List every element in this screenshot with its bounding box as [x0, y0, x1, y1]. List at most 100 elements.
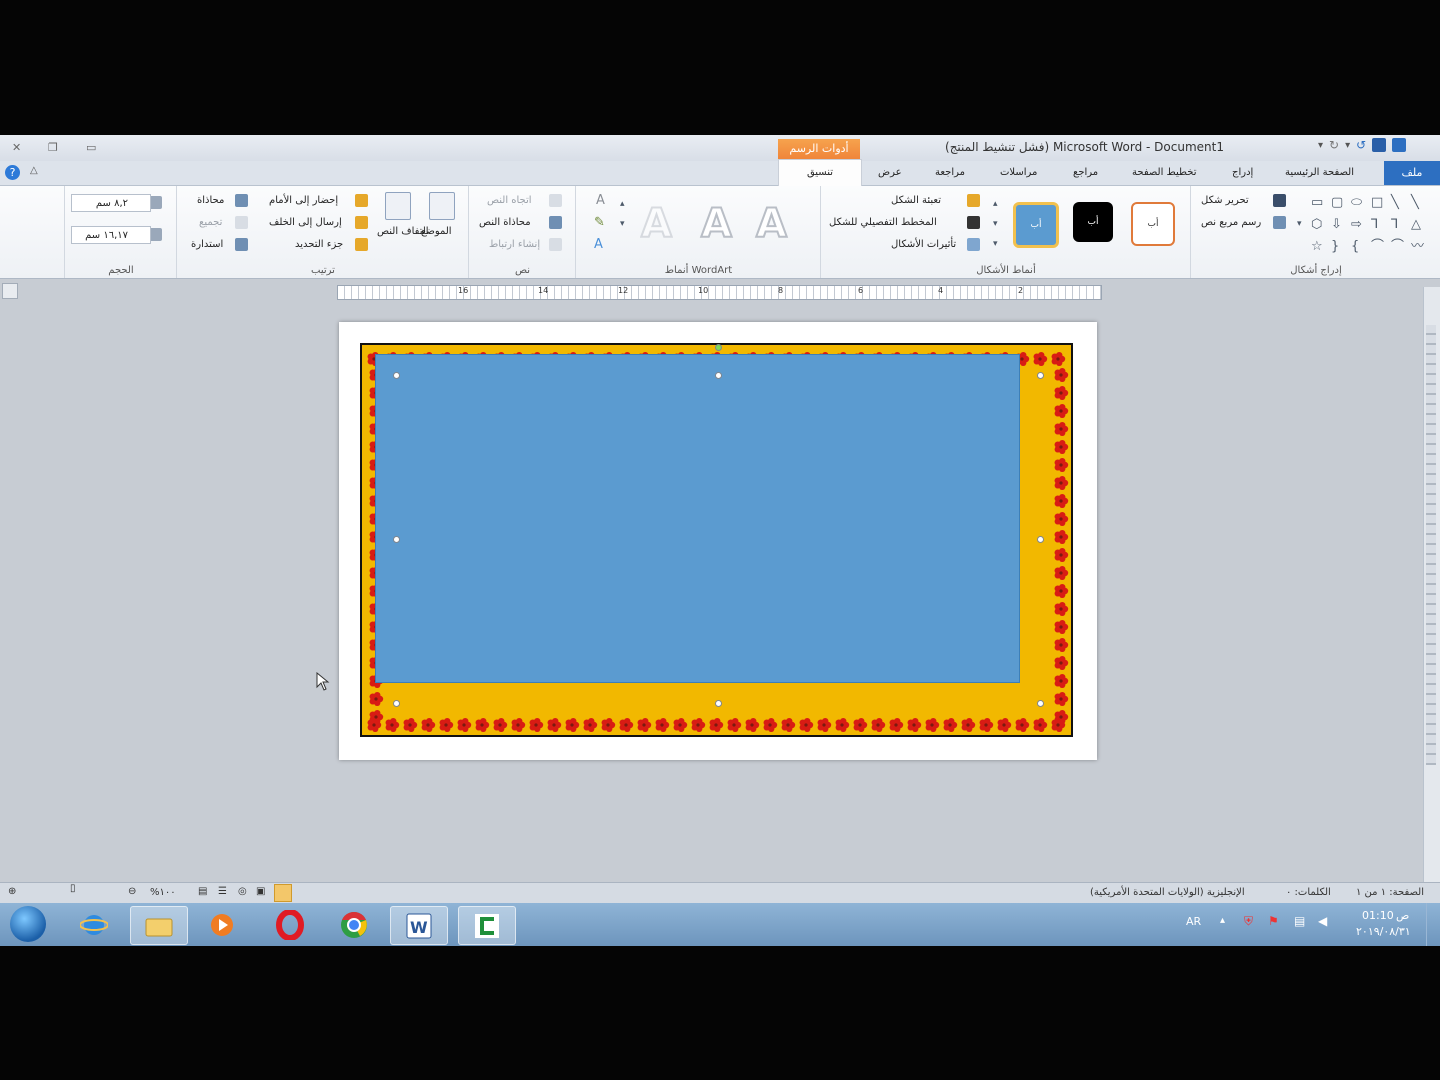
web-layout-icon[interactable]: ◎	[238, 886, 247, 897]
create-link-button[interactable]: إنشاء ارتباط	[489, 239, 540, 250]
start-button-icon[interactable]	[10, 906, 46, 942]
rounded-rect-shape-icon[interactable]: ▢	[1331, 196, 1343, 209]
freeform-shape-icon[interactable]: 〰	[1411, 240, 1424, 253]
word-taskbar-icon[interactable]: W	[390, 906, 448, 945]
resize-handle-left[interactable]	[393, 536, 400, 543]
shape-style-blue-selected[interactable]: أب	[1013, 202, 1059, 248]
connector-shape-icon[interactable]: ⅂	[1371, 218, 1378, 231]
elbow-shape-icon[interactable]: ⅂	[1391, 218, 1398, 231]
line-shape-icon[interactable]: ╲	[1391, 196, 1399, 209]
hexagon-shape-icon[interactable]: ⬡	[1311, 218, 1322, 231]
curve-shape-icon[interactable]: ⌒	[1391, 240, 1404, 253]
chrome-browser-icon[interactable]	[326, 906, 382, 943]
group-button[interactable]: تجميع	[199, 217, 222, 228]
draft-view-icon[interactable]: ▤	[198, 886, 207, 897]
shape-style-orange-outline[interactable]: أب	[1131, 202, 1175, 246]
align-button[interactable]: محاذاة	[197, 195, 224, 206]
status-language[interactable]: الإنجليزية (الولايات المتحدة الأمريكية)	[1090, 887, 1245, 898]
opera-browser-icon[interactable]	[262, 906, 318, 943]
show-hidden-icons-icon[interactable]: ▴	[1220, 915, 1225, 926]
triangle-shape-icon[interactable]: △	[1411, 218, 1421, 231]
outline-view-icon[interactable]: ☰	[218, 886, 227, 897]
document-page[interactable]	[339, 322, 1097, 760]
save-icon[interactable]	[1372, 138, 1387, 152]
shape-width-input[interactable]: ١٦,١٧ سم	[71, 226, 151, 244]
status-page[interactable]: الصفحة: ١ من ١	[1356, 887, 1424, 898]
resize-handle-bottom-left[interactable]	[393, 700, 400, 707]
bring-forward-button[interactable]: إحضار إلى الأمام	[269, 195, 338, 206]
shapes-more-icon[interactable]: ▾	[1297, 218, 1302, 231]
line2-shape-icon[interactable]: ╲	[1411, 196, 1419, 209]
tab-mailings[interactable]: مراسلات	[1000, 167, 1037, 178]
oval-shape-icon[interactable]: ⬭	[1351, 196, 1362, 209]
resize-handle-top-right[interactable]	[1037, 372, 1044, 379]
wrap-text-button[interactable]: التفاف النص	[377, 226, 429, 237]
help-icon[interactable]: ?	[5, 165, 20, 180]
brace-left-shape-icon[interactable]: {	[1351, 240, 1359, 253]
reading-view-icon[interactable]: ▣	[256, 886, 265, 897]
internet-explorer-icon[interactable]	[66, 906, 122, 943]
star-shape-icon[interactable]: ☆	[1311, 240, 1323, 253]
tab-insert[interactable]: إدراج	[1232, 167, 1253, 178]
resize-handle-bottom[interactable]	[715, 700, 722, 707]
tab-format[interactable]: تنسيق	[778, 159, 862, 186]
zoom-out-icon[interactable]: ⊖	[128, 886, 136, 897]
text-outline-icon[interactable]: ✎	[594, 216, 605, 229]
tab-references[interactable]: مراجع	[1073, 167, 1098, 178]
send-backward-button[interactable]: إرسال إلى الخلف	[269, 217, 342, 228]
tab-review[interactable]: مراجعة	[935, 167, 965, 178]
selected-rectangle-shape[interactable]	[375, 354, 1020, 683]
zoom-level[interactable]: %١٠٠	[150, 887, 176, 898]
zoom-in-icon[interactable]: ⊕	[8, 886, 16, 897]
wordart-scroll-down-icon[interactable]: ▾	[620, 218, 625, 231]
camtasia-recorder-icon[interactable]	[458, 906, 516, 945]
wordart-style-2[interactable]: A	[700, 203, 733, 245]
text-direction-button[interactable]: اتجاه النص	[487, 195, 532, 206]
rotate-button[interactable]: استدارة	[191, 239, 223, 250]
shape-height-input[interactable]: ٨,٢ سم	[71, 194, 151, 212]
resize-handle-top[interactable]	[715, 372, 722, 379]
show-desktop-button[interactable]	[1426, 903, 1440, 946]
horizontal-ruler[interactable]: 16 14 12 10 8 6 4 2	[337, 285, 1102, 300]
clock-ampm[interactable]: ص	[1396, 909, 1409, 922]
tab-file[interactable]: ملف	[1384, 161, 1440, 185]
text-effects-icon[interactable]: A	[594, 238, 603, 251]
security-tray-icon[interactable]: ⛨	[1244, 914, 1253, 929]
print-layout-icon[interactable]	[274, 884, 292, 902]
input-language-indicator[interactable]: AR	[1186, 915, 1201, 928]
media-player-icon[interactable]	[194, 906, 250, 943]
rotate-handle[interactable]	[715, 344, 722, 351]
wordart-scroll-up-icon[interactable]: ▴	[620, 198, 625, 211]
action-center-icon[interactable]: ⚑	[1268, 914, 1279, 928]
rectangle-shape-icon[interactable]: ▭	[1311, 196, 1323, 209]
align-text-button[interactable]: محاذاة النص	[479, 217, 531, 228]
square-shape-icon[interactable]: □	[1371, 196, 1383, 209]
clock-time[interactable]: 01:10	[1362, 909, 1394, 922]
shape-style-black[interactable]: أب	[1073, 202, 1113, 242]
right-arrow-shape-icon[interactable]: ⇨	[1351, 218, 1362, 231]
file-explorer-icon[interactable]	[130, 906, 188, 945]
undo-dropdown-icon[interactable]: ▾	[1345, 140, 1350, 151]
tab-view[interactable]: عرض	[878, 167, 902, 178]
tab-home[interactable]: الصفحة الرئيسية	[1285, 167, 1354, 178]
styles-more-icon[interactable]: ▾	[993, 238, 998, 251]
tab-page-layout[interactable]: تخطيط الصفحة	[1132, 167, 1197, 178]
clock-date[interactable]: ٢٠١٩/٠٨/٣١	[1356, 925, 1411, 938]
styles-scroll-up-icon[interactable]: ▴	[993, 198, 998, 211]
close-window-icon[interactable]: ✕	[12, 141, 21, 154]
minimize-window-icon[interactable]: ▭	[86, 141, 96, 154]
arc-shape-icon[interactable]: ⌒	[1371, 240, 1384, 253]
resize-handle-top-left[interactable]	[393, 372, 400, 379]
shape-outline-button[interactable]: المخطط التفصيلي للشكل	[829, 217, 937, 228]
minimize-ribbon-icon[interactable]: △	[30, 165, 38, 176]
status-words[interactable]: الكلمات: ٠	[1286, 887, 1331, 898]
shape-fill-button[interactable]: تعبئة الشكل	[891, 195, 941, 206]
restore-window-icon[interactable]: ❐	[48, 141, 58, 154]
down-arrow-shape-icon[interactable]: ⇩	[1331, 218, 1342, 231]
repeat-icon[interactable]: ↻	[1329, 138, 1339, 152]
resize-handle-bottom-right[interactable]	[1037, 700, 1044, 707]
customize-qat-icon[interactable]: ▾	[1318, 140, 1323, 151]
draw-textbox-button[interactable]: رسم مربع نص	[1201, 217, 1261, 228]
ruler-toggle-icon[interactable]	[2, 283, 18, 299]
undo-icon[interactable]: ↺	[1356, 138, 1366, 152]
